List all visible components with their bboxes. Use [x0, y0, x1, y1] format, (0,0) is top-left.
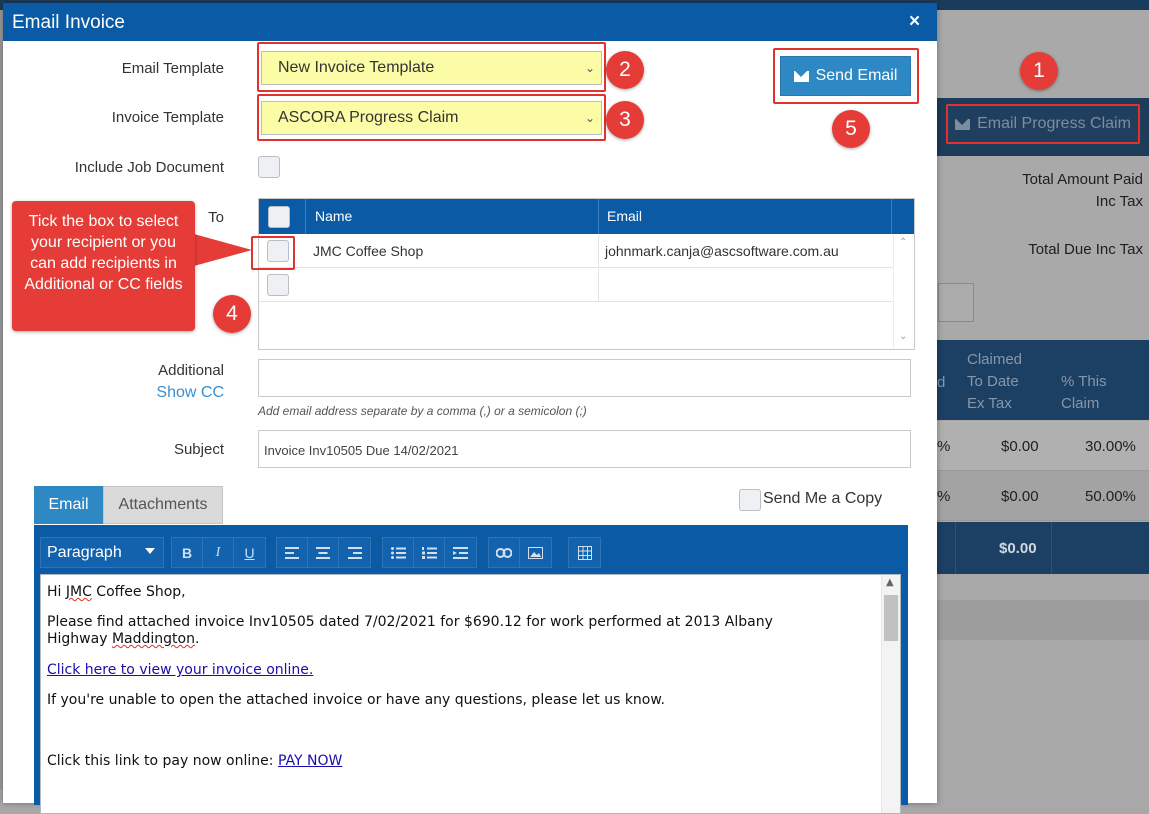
column-percent-this-claim: % This Claim [1061, 373, 1107, 412]
paragraph-format-select[interactable]: Paragraph [40, 537, 164, 568]
questions-line: If you're unable to open the attached in… [47, 692, 665, 708]
email-template-value: New Invoice Template [278, 59, 435, 76]
send-email-button[interactable]: Send Email [780, 56, 911, 96]
select-all-checkbox[interactable] [268, 206, 290, 228]
include-job-document-label: Include Job Document [74, 159, 224, 176]
chevron-down-icon: ⌄ [584, 111, 596, 125]
scrollbar-thumb[interactable] [884, 595, 898, 641]
bullet-list-icon[interactable] [383, 538, 414, 567]
show-cc-link[interactable]: Show CC [4, 384, 224, 402]
column-name: Name [315, 208, 353, 224]
text-style-toolbar: B I U [171, 537, 266, 568]
italic-button[interactable]: I [203, 538, 234, 567]
dialog-header: Email Invoice × [3, 3, 937, 41]
callout-arrow [194, 234, 252, 266]
alignment-toolbar [276, 537, 371, 568]
email-progress-claim-label: Email Progress Claim [977, 115, 1131, 132]
indent-icon[interactable] [445, 538, 476, 567]
background-table-header: d Claimed To Date Ex Tax % This Claim [937, 340, 1149, 420]
invoice-template-select[interactable]: ASCORA Progress Claim ⌄ [261, 101, 602, 135]
scroll-up-icon[interactable]: ▲ [886, 577, 894, 588]
recipient-email: johnmark.canja@ascsoftware.com.au [605, 243, 839, 259]
table-row[interactable] [259, 269, 893, 302]
dialog-title: Email Invoice [12, 12, 125, 33]
align-right-icon[interactable] [339, 538, 370, 567]
subject-label: Subject [173, 441, 224, 458]
annotation-badge-2: 2 [606, 51, 644, 89]
invoice-template-label: Invoice Template [111, 109, 224, 126]
table-row: % $0.00 30.00% [937, 421, 1149, 471]
total-due-label: Total Due Inc Tax [1028, 241, 1143, 258]
tab-email[interactable]: Email [34, 486, 103, 524]
additional-input[interactable] [258, 359, 911, 397]
invoice-details-line: Please find attached invoice Inv10505 da… [47, 614, 773, 647]
list-toolbar [382, 537, 477, 568]
total-amount-paid-label: Total Amount Paid Inc Tax [1022, 171, 1143, 210]
recipient-name: JMC Coffee Shop [313, 243, 424, 259]
envelope-icon [793, 70, 809, 82]
table-row: % $0.00 50.00% [937, 471, 1149, 521]
editor-scrollbar[interactable]: ▲ [881, 575, 900, 813]
email-template-select[interactable]: New Invoice Template ⌄ [261, 51, 602, 85]
annotation-badge-3: 3 [606, 101, 644, 139]
recipient-checkbox[interactable] [267, 240, 289, 262]
paragraph-format-value: Paragraph [47, 543, 122, 561]
align-center-icon[interactable] [308, 538, 339, 567]
recipient-checkbox[interactable] [267, 274, 289, 296]
view-invoice-line: Click here to view your invoice online. [47, 662, 867, 679]
image-icon[interactable] [520, 538, 551, 567]
email-body-editor[interactable]: Hi JMC Coffee Shop, Please find attached… [40, 574, 901, 814]
annotation-badge-5: 5 [832, 110, 870, 148]
invoice-template-value: ASCORA Progress Claim [278, 109, 459, 126]
annotation-badge-4: 4 [213, 295, 251, 333]
email-progress-claim-button[interactable]: Email Progress Claim [946, 104, 1140, 144]
envelope-icon [955, 118, 971, 130]
table-icon[interactable] [569, 538, 600, 567]
annotation-badge-1: 1 [1020, 52, 1058, 90]
pay-now-link[interactable]: PAY NOW [278, 753, 342, 769]
column-email: Email [607, 208, 643, 224]
recipients-table: Name Email JMC Coffee Shop johnmark.canj… [251, 198, 915, 350]
scroll-down-icon[interactable]: ⌄ [899, 331, 907, 342]
email-editor: Paragraph B I U Hi JMC Coffee Shop, Plea… [34, 525, 908, 814]
pay-now-line: Click this link to pay now online: PAY N… [47, 753, 343, 769]
recipients-scrollbar[interactable]: ⌃ ⌄ [893, 235, 914, 349]
chevron-down-icon: ⌄ [584, 61, 596, 75]
greeting-line: Hi JMC Coffee Shop, [47, 584, 186, 600]
bold-button[interactable]: B [172, 538, 203, 567]
send-me-copy-checkbox[interactable] [739, 489, 761, 511]
caret-down-icon [145, 548, 155, 554]
table-row[interactable]: JMC Coffee Shop johnmark.canja@ascsoftwa… [251, 235, 893, 270]
scroll-up-icon[interactable]: ⌃ [899, 237, 907, 248]
insert-toolbar [488, 537, 552, 568]
underline-button[interactable]: U [234, 538, 265, 567]
send-me-copy-label: Send Me a Copy [763, 490, 883, 507]
tab-attachments[interactable]: Attachments [103, 486, 223, 524]
recipients-table-header: Name Email [259, 199, 914, 234]
background-stripe [937, 600, 1149, 640]
close-icon[interactable]: × [909, 11, 920, 33]
table-toolbar [568, 537, 601, 568]
numbered-list-icon[interactable] [414, 538, 445, 567]
additional-label: Additional [158, 362, 224, 379]
column-claimed-to-date: Claimed To Date Ex Tax [967, 351, 1023, 412]
send-email-label: Send Email [815, 67, 898, 84]
align-left-icon[interactable] [277, 538, 308, 567]
view-invoice-link[interactable]: Click here to view your invoice online. [47, 662, 313, 678]
subject-value: Invoice Inv10505 Due 14/02/2021 [264, 443, 459, 458]
link-icon[interactable] [489, 538, 520, 567]
subject-input[interactable]: Invoice Inv10505 Due 14/02/2021 [258, 430, 911, 468]
additional-hint: Add email address separate by a comma (,… [258, 404, 587, 418]
total-amount: $0.00 [999, 540, 1037, 557]
include-job-document-checkbox[interactable] [258, 156, 280, 178]
email-invoice-dialog: Email Invoice × Email Template New Invoi… [3, 3, 937, 814]
column-partial: d [937, 374, 946, 391]
background-input[interactable] [938, 283, 974, 322]
email-template-label: Email Template [121, 60, 224, 77]
background-total-row: $0.00 [937, 522, 1149, 574]
annotation-callout: Tick the box to select your recipient or… [12, 201, 195, 331]
